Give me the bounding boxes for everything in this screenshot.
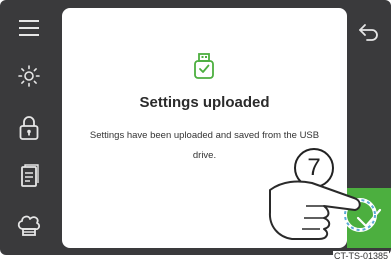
recipe-book-icon — [21, 164, 39, 187]
brightness-button[interactable] — [6, 54, 52, 98]
device-screen: Settings uploaded Settings have been upl… — [0, 0, 391, 255]
brightness-icon — [18, 65, 40, 87]
back-button[interactable] — [350, 10, 388, 54]
dialog-title: Settings uploaded — [139, 94, 270, 111]
sidebar — [0, 0, 58, 255]
pointing-hand-icon — [268, 180, 377, 240]
chef-button[interactable] — [6, 204, 52, 248]
menu-button[interactable] — [6, 6, 52, 50]
recipe-book-button[interactable] — [6, 154, 52, 198]
menu-icon — [19, 20, 39, 36]
lock-icon — [19, 116, 39, 140]
lock-button[interactable] — [6, 106, 52, 150]
usb-drive-check-icon — [194, 53, 214, 79]
back-arrow-icon — [359, 24, 378, 41]
document-code: CT-TS-01385 — [332, 251, 389, 261]
chef-hat-icon — [17, 215, 41, 236]
